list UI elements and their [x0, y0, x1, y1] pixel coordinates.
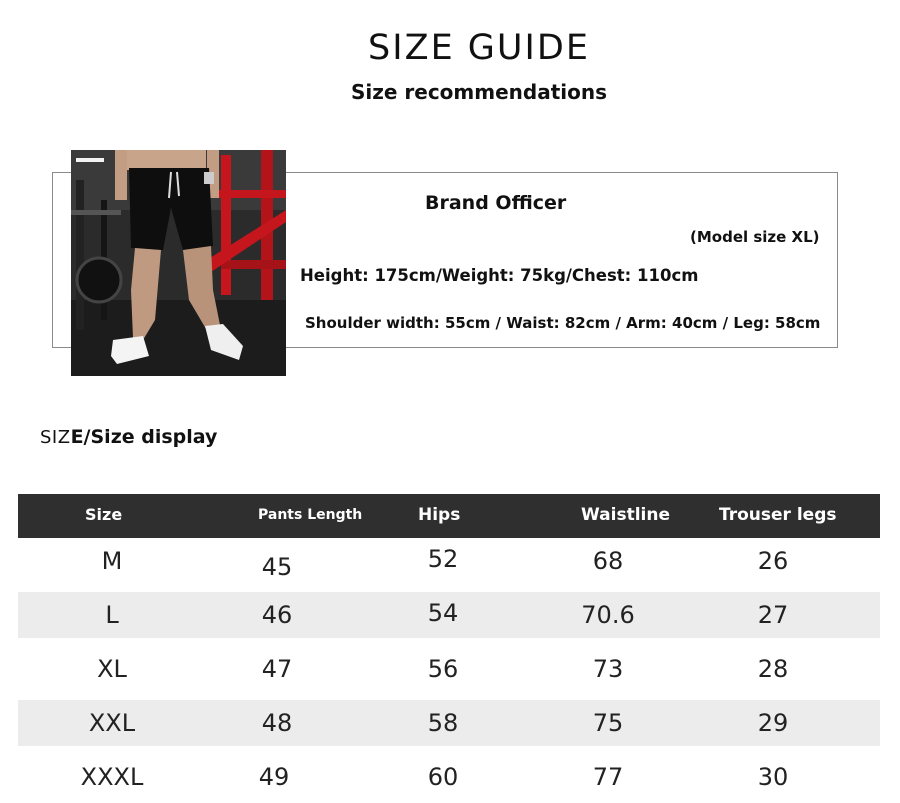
cell-size: M	[101, 547, 123, 575]
cell-hips: 52	[427, 545, 459, 573]
cell-waistline: 68	[592, 547, 624, 575]
cell-trouser-legs: 26	[757, 547, 789, 575]
table-row: L 46 54 70.6 27	[18, 592, 880, 638]
model-size-note: (Model size XL)	[690, 228, 820, 246]
cell-trouser-legs: 28	[757, 655, 789, 683]
column-header-trouser-legs: Trouser legs	[719, 505, 837, 525]
size-display-label: E/Size display	[70, 426, 218, 448]
column-header-size: Size	[85, 505, 123, 524]
model-measurements-secondary: Shoulder width: 55cm / Waist: 82cm / Arm…	[305, 314, 821, 332]
cell-waistline: 73	[592, 655, 624, 683]
cell-pants-length: 48	[261, 709, 293, 737]
cell-trouser-legs: 30	[757, 763, 789, 791]
cell-pants-length: 45	[261, 553, 293, 581]
column-header-hips: Hips	[418, 505, 461, 525]
table-header: Size Pants Length Hips Waistline Trouser…	[18, 494, 880, 538]
model-photo	[71, 150, 286, 376]
table-row: XXL 48 58 75 29	[18, 700, 880, 746]
column-header-pants-length: Pants Length	[258, 507, 363, 523]
size-display-heading: SIZE/Size display	[40, 426, 217, 448]
cell-pants-length: 47	[261, 655, 293, 683]
size-table: Size Pants Length Hips Waistline Trouser…	[18, 494, 880, 800]
table-row: XL 47 56 73 28	[18, 646, 880, 692]
cell-hips: 60	[427, 763, 459, 791]
cell-waistline: 77	[592, 763, 624, 791]
cell-trouser-legs: 29	[757, 709, 789, 737]
cell-size: L	[105, 601, 119, 629]
model-name: Brand Officer	[425, 192, 567, 214]
cell-size: XXXL	[80, 763, 144, 791]
cell-hips: 54	[427, 599, 459, 627]
cell-size: XXL	[88, 709, 136, 737]
cell-size: XL	[97, 655, 127, 683]
page-subtitle: Size recommendations	[350, 80, 608, 104]
size-display-prefix: SIZ	[40, 427, 71, 448]
cell-pants-length: 46	[261, 601, 293, 629]
cell-trouser-legs: 27	[757, 601, 789, 629]
page-title: SIZE GUIDE	[368, 28, 590, 68]
cell-waistline: 75	[592, 709, 624, 737]
cell-hips: 56	[427, 655, 459, 683]
column-header-waistline: Waistline	[581, 505, 670, 525]
table-row: XXXL 49 60 77 30	[18, 754, 880, 800]
cell-hips: 58	[427, 709, 459, 737]
model-measurements-primary: Height: 175cm/Weight: 75kg/Chest: 110cm	[300, 266, 699, 285]
table-row: M 45 52 68 26	[18, 538, 880, 584]
cell-waistline: 70.6	[581, 601, 635, 629]
cell-pants-length: 49	[258, 763, 290, 791]
